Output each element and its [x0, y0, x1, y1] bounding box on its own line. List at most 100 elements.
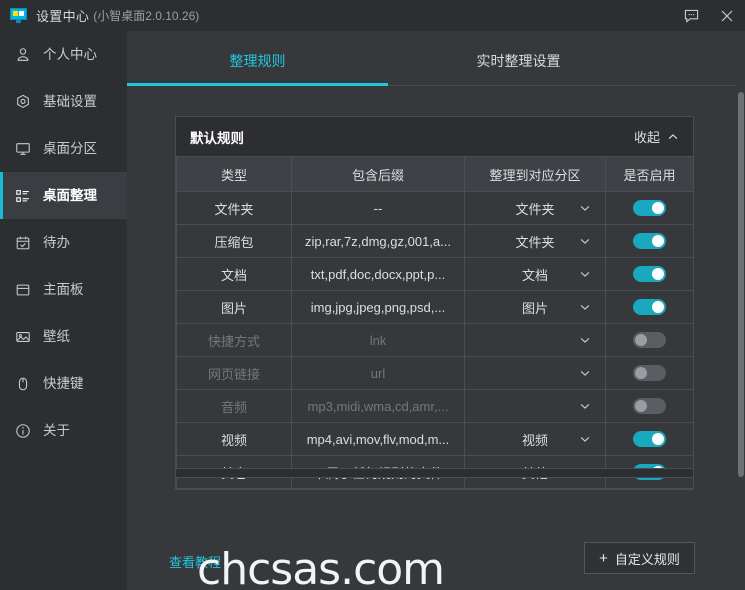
sidebar: 个人中心 基础设置 桌面分区 桌面整理 待办 主面板 壁纸 快捷键 关于: [0, 31, 127, 590]
toggle-switch[interactable]: [633, 233, 666, 250]
sidebar-item-label: 个人中心: [43, 46, 97, 62]
plus-icon: +: [599, 549, 608, 567]
main-content: 整理规则 实时整理设置 默认规则 收起 类型 包含后缀 整理到对应分区 是否启用…: [127, 31, 745, 590]
toggle-switch[interactable]: [633, 299, 666, 316]
cell-type: 网页链接: [176, 356, 292, 390]
cell-suffix: img,jpg,jpeg,png,psd,...: [291, 290, 465, 324]
add-custom-rule-label: 自定义规则: [614, 551, 680, 567]
sidebar-item-wallpaper[interactable]: 壁纸: [0, 313, 127, 360]
card-header: 默认规则 收起: [176, 117, 693, 156]
partition-value: 视频: [521, 432, 548, 448]
add-custom-rule-button[interactable]: + 自定义规则: [584, 542, 695, 574]
cell-type: 文档: [176, 257, 292, 291]
cell-suffix: zip,rar,7z,dmg,gz,001,a...: [291, 224, 465, 258]
cell-enable-toggle[interactable]: [605, 191, 694, 225]
partition-value: 文档: [521, 267, 548, 283]
sidebar-item-desktop-organize[interactable]: 桌面整理: [0, 172, 127, 219]
cell-partition-dropdown[interactable]: 图片: [464, 290, 606, 324]
cell-partition-dropdown[interactable]: 文件夹: [464, 224, 606, 258]
cell-enable-toggle[interactable]: [605, 224, 694, 258]
secondary-collapsed-card[interactable]: [175, 468, 694, 478]
cell-suffix: lnk: [291, 323, 465, 357]
tab-bar: 整理规则 实时整理设置: [127, 39, 745, 86]
hexagon-gear-icon: [14, 93, 32, 111]
cell-partition-dropdown[interactable]: 文档: [464, 257, 606, 291]
footer-bar: 查看教程 chcsas.com + 自定义规则: [127, 530, 745, 590]
column-header-partition: 整理到对应分区: [464, 156, 606, 192]
cell-type: 快捷方式: [176, 323, 292, 357]
chevron-down-icon: [580, 437, 590, 442]
table-row: 文件夹 -- 文件夹: [176, 191, 694, 225]
tab-label: 整理规则: [229, 53, 286, 69]
app-monitor-icon: [10, 8, 27, 23]
panel-icon: [14, 281, 32, 299]
mouse-icon: [14, 375, 32, 393]
image-icon: [14, 328, 32, 346]
sidebar-item-personal-center[interactable]: 个人中心: [0, 31, 127, 78]
cell-type: 图片: [176, 290, 292, 324]
cell-partition-dropdown[interactable]: [464, 356, 606, 390]
window-title: 设置中心: [36, 9, 90, 24]
sidebar-item-label: 桌面整理: [43, 187, 97, 203]
sidebar-item-label: 关于: [43, 422, 70, 438]
cell-enable-toggle[interactable]: [605, 356, 694, 390]
monitor-icon: [14, 140, 32, 158]
scrollbar-track[interactable]: [737, 31, 745, 590]
chevron-down-icon: [580, 404, 590, 409]
table-row: 音频 mp3,midi,wma,cd,amr,...: [176, 389, 694, 423]
toggle-switch[interactable]: [633, 332, 666, 349]
sidebar-item-desktop-partition[interactable]: 桌面分区: [0, 125, 127, 172]
chevron-down-icon: [580, 206, 590, 211]
collapse-toggle[interactable]: 收起: [634, 127, 679, 146]
cell-enable-toggle[interactable]: [605, 290, 694, 324]
chevron-down-icon: [580, 272, 590, 277]
toggle-switch[interactable]: [633, 365, 666, 382]
close-button[interactable]: [709, 0, 745, 31]
cell-partition-dropdown[interactable]: [464, 389, 606, 423]
default-rules-card: 默认规则 收起 类型 包含后缀 整理到对应分区 是否启用 文件夹 -- 文件夹 …: [175, 116, 694, 490]
sidebar-item-label: 基础设置: [43, 93, 97, 109]
cell-type: 视频: [176, 422, 292, 456]
cell-suffix: --: [291, 191, 465, 225]
tab-organize-rules[interactable]: 整理规则: [127, 39, 388, 86]
cell-enable-toggle[interactable]: [605, 257, 694, 291]
table-header-row: 类型 包含后缀 整理到对应分区 是否启用: [176, 156, 694, 192]
title-bar: 设置中心 (小智桌面2.0.10.26): [0, 0, 745, 31]
tab-realtime-organize-settings[interactable]: 实时整理设置: [388, 39, 649, 85]
cell-enable-toggle[interactable]: [605, 323, 694, 357]
cell-type: 压缩包: [176, 224, 292, 258]
cell-type: 音频: [176, 389, 292, 423]
table-row: 压缩包 zip,rar,7z,dmg,gz,001,a... 文件夹: [176, 224, 694, 258]
cell-suffix: mp3,midi,wma,cd,amr,...: [291, 389, 465, 423]
sidebar-item-todo[interactable]: 待办: [0, 219, 127, 266]
settings-window: 设置中心 (小智桌面2.0.10.26) 个人中心 基础设置 桌面分区 桌面整理…: [0, 0, 745, 590]
sidebar-item-main-panel[interactable]: 主面板: [0, 266, 127, 313]
cell-enable-toggle[interactable]: [605, 422, 694, 456]
feedback-button[interactable]: [673, 0, 709, 31]
chevron-down-icon: [580, 239, 590, 244]
table-row: 图片 img,jpg,jpeg,png,psd,... 图片: [176, 290, 694, 324]
rules-table: 类型 包含后缀 整理到对应分区 是否启用 文件夹 -- 文件夹 压缩包 zip,…: [176, 156, 694, 489]
sidebar-item-label: 快捷键: [43, 375, 84, 391]
table-row: 快捷方式 lnk: [176, 323, 694, 357]
sidebar-item-shortcuts[interactable]: 快捷键: [0, 360, 127, 407]
cell-enable-toggle[interactable]: [605, 389, 694, 423]
cell-partition-dropdown[interactable]: 视频: [464, 422, 606, 456]
sidebar-item-about[interactable]: 关于: [0, 407, 127, 454]
column-header-enabled: 是否启用: [605, 156, 694, 192]
sidebar-item-label: 待办: [43, 234, 70, 250]
toggle-switch[interactable]: [633, 266, 666, 283]
sidebar-item-basic-settings[interactable]: 基础设置: [0, 78, 127, 125]
cell-partition-dropdown[interactable]: [464, 323, 606, 357]
toggle-switch[interactable]: [633, 200, 666, 217]
info-icon: [14, 422, 32, 440]
partition-value: 文件夹: [515, 234, 555, 250]
chevron-down-icon: [580, 305, 590, 310]
sidebar-item-label: 桌面分区: [43, 140, 97, 156]
toggle-switch[interactable]: [633, 431, 666, 448]
collapse-label: 收起: [633, 130, 660, 145]
cell-partition-dropdown[interactable]: 文件夹: [464, 191, 606, 225]
scrollbar-thumb[interactable]: [738, 92, 744, 477]
chevron-down-icon: [580, 371, 590, 376]
toggle-switch[interactable]: [633, 398, 666, 415]
